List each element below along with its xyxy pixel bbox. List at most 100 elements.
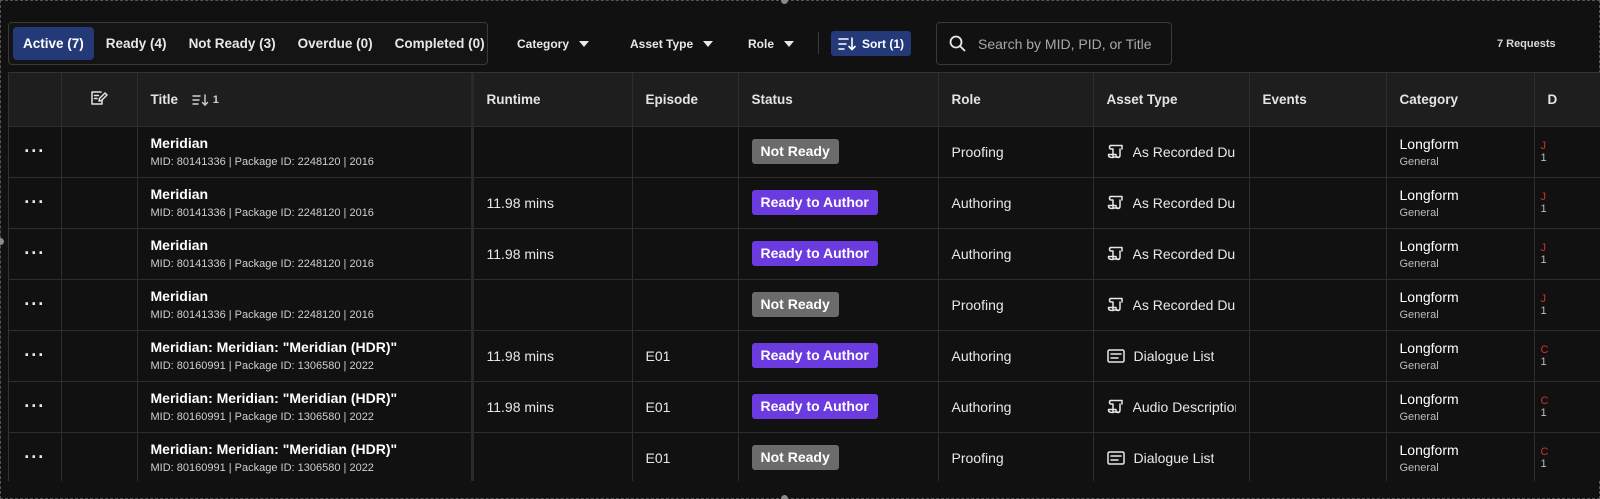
next-column-top: C — [1540, 343, 1549, 356]
events-cell — [1249, 126, 1387, 178]
more-horizontal-icon[interactable]: ··· — [24, 345, 45, 365]
title-cell[interactable]: Meridian: Meridian: "Meridian (HDR)" MID:… — [137, 381, 474, 433]
sort-button-label: Sort (1) — [862, 36, 904, 51]
next-column-top: J — [1540, 241, 1547, 254]
row-actions-menu[interactable]: ··· — [9, 432, 62, 481]
row-actions-menu[interactable]: ··· — [9, 177, 62, 229]
table-row[interactable]: ··· Meridian: Meridian: "Meridian (HDR)" M… — [9, 432, 1600, 481]
header-status[interactable]: Status — [738, 73, 939, 127]
sort-descending-icon — [192, 94, 208, 107]
resize-handle-bottom[interactable] — [781, 495, 788, 499]
row-title[interactable]: Meridian — [151, 186, 458, 202]
row-actions-menu[interactable]: ··· — [9, 126, 62, 178]
runtime-cell: 11.98 mins — [472, 177, 633, 229]
category-sub-label: General — [1399, 410, 1439, 423]
tab-not-ready[interactable]: Not Ready (3) — [179, 27, 286, 60]
chevron-down-icon — [784, 41, 795, 47]
title-sort-indicator[interactable]: 1 — [192, 94, 219, 106]
toolbar-divider — [818, 32, 819, 54]
asset-type-label: Audio Description — [1132, 398, 1236, 415]
table-row[interactable]: ··· Meridian MID: 80141336 | Package ID: 2… — [9, 228, 1600, 280]
tab-active[interactable]: Active (7) — [13, 27, 94, 60]
episode-cell: E01 — [632, 432, 739, 481]
category-sub-label: General — [1399, 359, 1439, 372]
more-horizontal-icon[interactable]: ··· — [24, 243, 45, 263]
more-horizontal-icon[interactable]: ··· — [24, 396, 45, 416]
row-title[interactable]: Meridian — [151, 237, 458, 253]
row-title[interactable]: Meridian: Meridian: "Meridian (HDR)" — [151, 390, 458, 406]
search-box[interactable] — [936, 22, 1172, 65]
header-title[interactable]: Title 1 — [137, 73, 474, 127]
row-actions-menu[interactable]: ··· — [9, 381, 62, 433]
row-edit-cell — [61, 330, 138, 382]
category-sub-label: General — [1399, 206, 1439, 219]
list-icon — [1106, 450, 1125, 465]
title-cell[interactable]: Meridian MID: 80141336 | Package ID: 2248… — [137, 228, 474, 280]
events-cell — [1249, 330, 1387, 382]
table-row[interactable]: ··· Meridian MID: 80141336 | Package ID: 2… — [9, 126, 1600, 178]
more-horizontal-icon[interactable]: ··· — [24, 294, 45, 314]
category-cell: Longform General — [1386, 381, 1535, 433]
asset-type-filter-label: Asset Type — [630, 37, 694, 51]
status-badge: Ready to Author — [751, 190, 878, 215]
row-edit-cell — [61, 381, 138, 433]
role-filter-label: Role — [748, 37, 775, 51]
episode-cell — [632, 126, 739, 178]
category-filter[interactable]: Category — [517, 32, 590, 56]
row-title[interactable]: Meridian: Meridian: "Meridian (HDR)" — [151, 339, 458, 355]
table-row[interactable]: ··· Meridian MID: 80141336 | Package ID: 2… — [9, 177, 1600, 229]
runtime-cell — [472, 279, 633, 331]
status-cell: Ready to Author — [738, 177, 939, 229]
sort-button[interactable]: Sort (1) — [831, 31, 911, 56]
title-cell[interactable]: Meridian MID: 80141336 | Package ID: 2248… — [137, 177, 474, 229]
header-episode[interactable]: Episode — [632, 73, 739, 127]
row-subtitle: MID: 80160991 | Package ID: 1306580 | 20… — [150, 462, 374, 474]
tab-ready[interactable]: Ready (4) — [96, 27, 177, 60]
category-sub-label: General — [1399, 461, 1439, 474]
events-cell — [1249, 279, 1387, 331]
title-cell[interactable]: Meridian MID: 80141336 | Package ID: 2248… — [137, 279, 474, 331]
tab-overdue[interactable]: Overdue (0) — [288, 27, 383, 60]
next-column-cell: C1 — [1534, 432, 1600, 481]
status-cell: Not Ready — [738, 279, 939, 331]
status-badge: Ready to Author — [751, 241, 878, 266]
sort-icon — [838, 36, 856, 51]
events-cell — [1249, 228, 1387, 280]
header-category[interactable]: Category — [1386, 73, 1535, 127]
title-cell[interactable]: Meridian MID: 80141336 | Package ID: 2248… — [137, 126, 474, 178]
row-title[interactable]: Meridian — [151, 135, 458, 151]
row-title[interactable]: Meridian — [151, 288, 458, 304]
script-icon — [1107, 195, 1123, 210]
status-badge: Ready to Author — [751, 343, 878, 368]
runtime-cell: 11.98 mins — [472, 381, 633, 433]
category-label: Longform — [1399, 288, 1459, 305]
tab-completed[interactable]: Completed (0) — [385, 27, 495, 60]
row-actions-menu[interactable]: ··· — [9, 330, 62, 382]
role-filter[interactable]: Role — [748, 32, 795, 56]
title-cell[interactable]: Meridian: Meridian: "Meridian (HDR)" MID:… — [137, 432, 474, 481]
row-actions-menu[interactable]: ··· — [9, 279, 62, 331]
row-actions-menu[interactable]: ··· — [9, 228, 62, 280]
header-role[interactable]: Role — [938, 73, 1094, 127]
toolbar: Active (7) Ready (4) Not Ready (3) Overd… — [8, 22, 1600, 66]
table-row[interactable]: ··· Meridian MID: 80141336 | Package ID: 2… — [9, 279, 1600, 331]
next-column-bottom: 1 — [1540, 151, 1547, 164]
header-events[interactable]: Events — [1249, 73, 1387, 127]
asset-type-filter[interactable]: Asset Type — [630, 32, 714, 56]
more-horizontal-icon[interactable]: ··· — [24, 141, 45, 161]
header-asset-type[interactable]: Asset Type — [1093, 73, 1250, 127]
row-title[interactable]: Meridian: Meridian: "Meridian (HDR)" — [151, 441, 458, 457]
table-row[interactable]: ··· Meridian: Meridian: "Meridian (HDR)" M… — [9, 381, 1600, 433]
more-horizontal-icon[interactable]: ··· — [24, 447, 45, 467]
next-column-cell: J1 — [1534, 228, 1600, 280]
table-body: ··· Meridian MID: 80141336 | Package ID: 2… — [9, 126, 1600, 481]
title-cell[interactable]: Meridian: Meridian: "Meridian (HDR)" MID:… — [137, 330, 474, 382]
header-title-label: Title — [150, 91, 179, 107]
category-sub-label: General — [1399, 257, 1439, 270]
table-row[interactable]: ··· Meridian: Meridian: "Meridian (HDR)" M… — [9, 330, 1600, 382]
header-runtime[interactable]: Runtime — [472, 73, 633, 127]
more-horizontal-icon[interactable]: ··· — [24, 192, 45, 212]
search-input[interactable] — [978, 35, 1168, 52]
header-edit[interactable] — [61, 73, 138, 127]
header-next-column[interactable]: D — [1534, 73, 1600, 127]
